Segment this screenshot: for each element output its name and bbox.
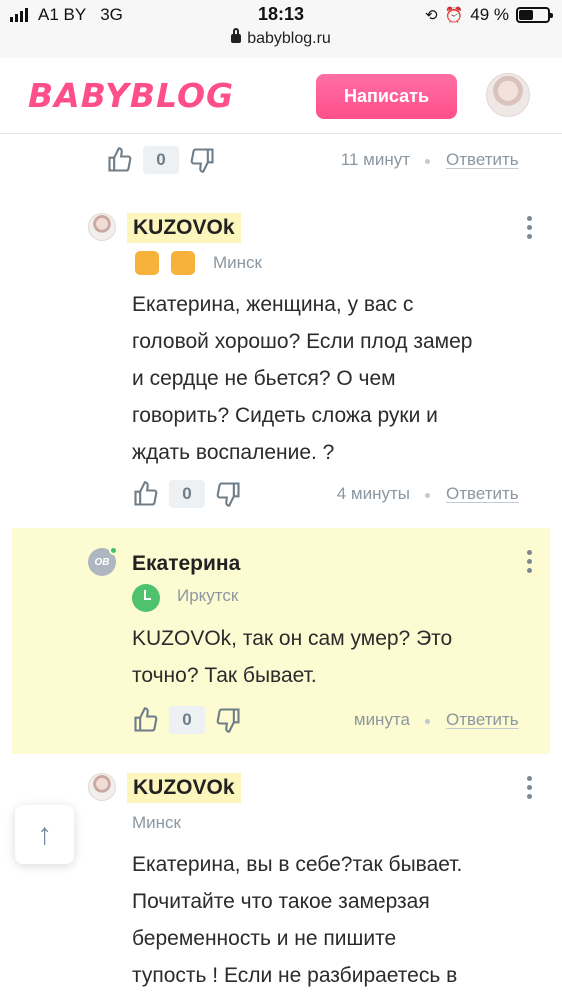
lock-icon — [231, 28, 242, 43]
reply-link[interactable]: Ответить — [446, 484, 519, 504]
battery-percent: 49 % — [470, 5, 509, 24]
url-text: babyblog.ru — [247, 30, 331, 47]
site-logo[interactable]: BABYBLOG — [28, 76, 234, 115]
reply-link[interactable]: Ответить — [446, 150, 519, 170]
online-indicator — [109, 546, 118, 555]
author-city: Иркутск — [177, 586, 239, 605]
reply-link[interactable]: Ответить — [446, 710, 519, 730]
author-city: Минск — [213, 253, 262, 272]
text-line: беременность и не пишите — [132, 927, 397, 950]
text-line: точно? Так бывает. — [132, 664, 317, 687]
user-avatar[interactable] — [486, 73, 530, 117]
like-icon[interactable] — [132, 480, 160, 508]
arrow-up-icon: ↑ — [37, 817, 52, 851]
text-line: тупость ! Если не разбираетесь в — [132, 964, 458, 987]
like-icon[interactable] — [132, 706, 160, 734]
battery-icon — [516, 7, 553, 23]
separator-dot — [425, 159, 430, 164]
address-bar[interactable]: babyblog.ru — [0, 28, 562, 48]
comment-text: Екатерина, женщина, у вас с головой хоро… — [132, 286, 472, 471]
comment-actions: 0 11 минут Ответить — [0, 140, 562, 180]
text-line: KUZOVOk, так он сам умер? Это — [132, 627, 453, 650]
comment-time: 11 минут — [340, 150, 410, 169]
status-right: ⟲ ⏰ 49 % — [424, 5, 553, 25]
site-header: BABYBLOG Написать — [0, 58, 562, 134]
text-line: Екатерина, женщина, у вас с — [132, 293, 414, 316]
author-avatar[interactable] — [88, 773, 116, 801]
comment-text: KUZOVOk, так он сам умер? Это точно? Так… — [132, 620, 452, 694]
dislike-icon[interactable] — [214, 480, 242, 508]
clock-icon — [132, 584, 160, 612]
author-name[interactable]: KUZOVOk — [127, 213, 241, 243]
text-line: и сердце не бьется? О чем — [132, 367, 396, 390]
separator-dot — [425, 493, 430, 498]
author-city: Минск — [132, 813, 181, 832]
dislike-icon[interactable] — [188, 146, 216, 174]
comment-time: минута — [353, 710, 410, 729]
badge-icon — [171, 251, 195, 275]
comment-actions: 0 минута Ответить — [0, 700, 562, 740]
scroll-to-top-button[interactable]: ↑ — [15, 805, 74, 864]
text-line: Почитайте что такое замерзая — [132, 890, 430, 913]
like-count: 0 — [169, 480, 205, 508]
write-button[interactable]: Написать — [316, 74, 457, 119]
separator-dot — [425, 719, 430, 724]
more-menu-icon[interactable] — [527, 550, 533, 576]
author-name[interactable]: KUZOVOk — [127, 773, 241, 803]
text-line: Екатерина, вы в себе?так бывает. — [132, 853, 463, 876]
battery-fill — [519, 10, 533, 20]
text-line: ждать воспаление. ? — [132, 441, 335, 464]
author-avatar[interactable] — [88, 213, 116, 241]
more-menu-icon[interactable] — [527, 776, 533, 802]
like-count: 0 — [169, 706, 205, 734]
comment-text: Екатерина, вы в себе?так бывает. Почитай… — [132, 846, 462, 994]
comment-actions: 0 4 минуты Ответить — [0, 474, 562, 514]
comment-time: 4 минуты — [336, 484, 410, 503]
text-line: головой хорошо? Если плод замер — [132, 330, 473, 353]
alarm-icon: ⏰ — [444, 7, 464, 24]
badge-icon — [135, 251, 159, 275]
text-line: говорить? Сидеть сложа руки и — [132, 404, 438, 427]
more-menu-icon[interactable] — [527, 216, 533, 242]
rotation-lock-icon: ⟲ — [424, 7, 438, 24]
comment: KUZOVOk Минск Екатерина, женщина, у вас … — [0, 200, 562, 520]
comment: KUZOVOk Минск Екатерина, вы в себе?так б… — [0, 760, 562, 1000]
like-count: 0 — [143, 146, 179, 174]
like-icon[interactable] — [106, 146, 134, 174]
status-bar: A1 BY 3G 18:13 ⟲ ⏰ 49 % babyblog.ru — [0, 0, 562, 58]
author-name[interactable]: Екатерина — [132, 552, 240, 576]
dislike-icon[interactable] — [214, 706, 242, 734]
